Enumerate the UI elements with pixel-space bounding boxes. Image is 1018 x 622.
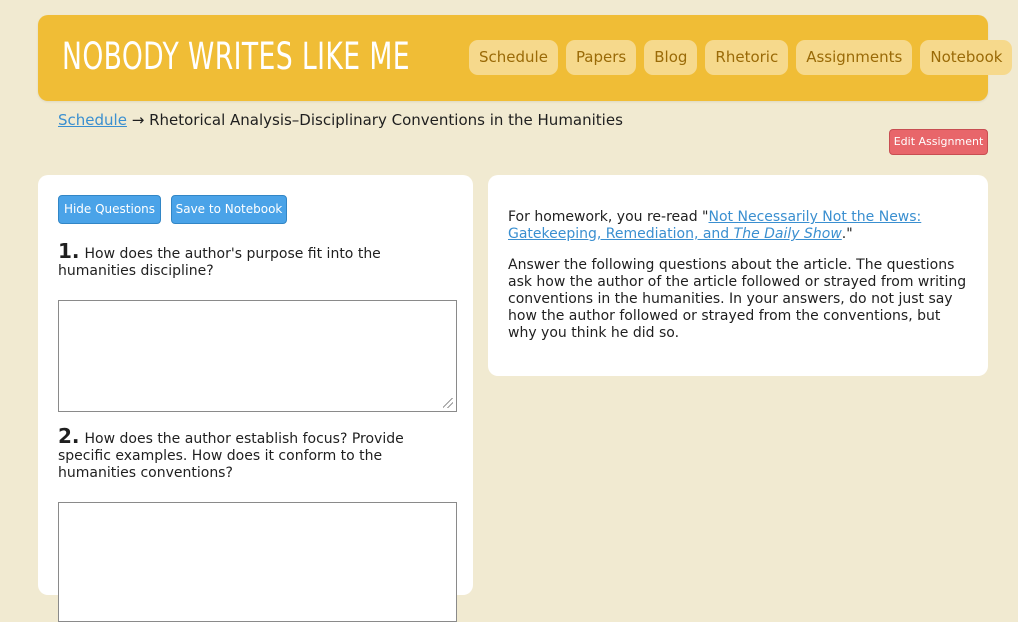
save-to-notebook-button[interactable]: Save to Notebook	[171, 195, 287, 224]
nav-papers[interactable]: Papers	[565, 40, 637, 75]
question-number: 1.	[58, 239, 80, 263]
question-text: How does the author establish focus? Pro…	[58, 431, 404, 481]
answer-textarea-1[interactable]	[58, 300, 457, 412]
nav-schedule[interactable]: Schedule	[469, 40, 558, 75]
edit-assignment-button[interactable]: Edit Assignment	[889, 129, 988, 155]
breadcrumb: Schedule → Rhetorical Analysis–Disciplin…	[58, 111, 623, 129]
nav-blog[interactable]: Blog	[644, 40, 698, 75]
question-2: 2. How does the author establish focus? P…	[58, 426, 458, 482]
site-logo[interactable]: NOBODY WRITES LIKE ME	[62, 35, 410, 78]
site-header: NOBODY WRITES LIKE ME Schedule Papers Bl…	[38, 15, 1013, 101]
breadcrumb-current: Rhetorical Analysis–Disciplinary Convent…	[149, 111, 623, 129]
instructions-card: For homework, you re-read "Not Necessari…	[488, 175, 988, 376]
answer-textarea-2[interactable]	[58, 502, 457, 622]
question-text: How does the author's purpose fit into t…	[58, 246, 381, 279]
question-number: 2.	[58, 424, 80, 448]
hide-questions-button[interactable]: Hide Questions	[58, 195, 161, 224]
instructions-paragraph: Answer the following questions about the…	[508, 257, 967, 341]
nav-rhetoric[interactable]: Rhetoric	[705, 40, 789, 75]
breadcrumb-arrow: →	[131, 111, 145, 129]
main-nav: Schedule Papers Blog Rhetoric Assignment…	[469, 40, 1013, 75]
nav-assignments[interactable]: Assignments	[796, 40, 913, 75]
resize-grip-icon[interactable]	[443, 398, 453, 408]
breadcrumb-schedule-link[interactable]: Schedule	[58, 111, 127, 129]
question-1: 1. How does the author's purpose fit into…	[58, 241, 458, 280]
homework-paragraph: For homework, you re-read "Not Necessari…	[508, 209, 922, 242]
questions-card: Hide Questions Save to Notebook 1. How do…	[38, 175, 473, 622]
nav-notebook[interactable]: Notebook	[920, 40, 1013, 75]
